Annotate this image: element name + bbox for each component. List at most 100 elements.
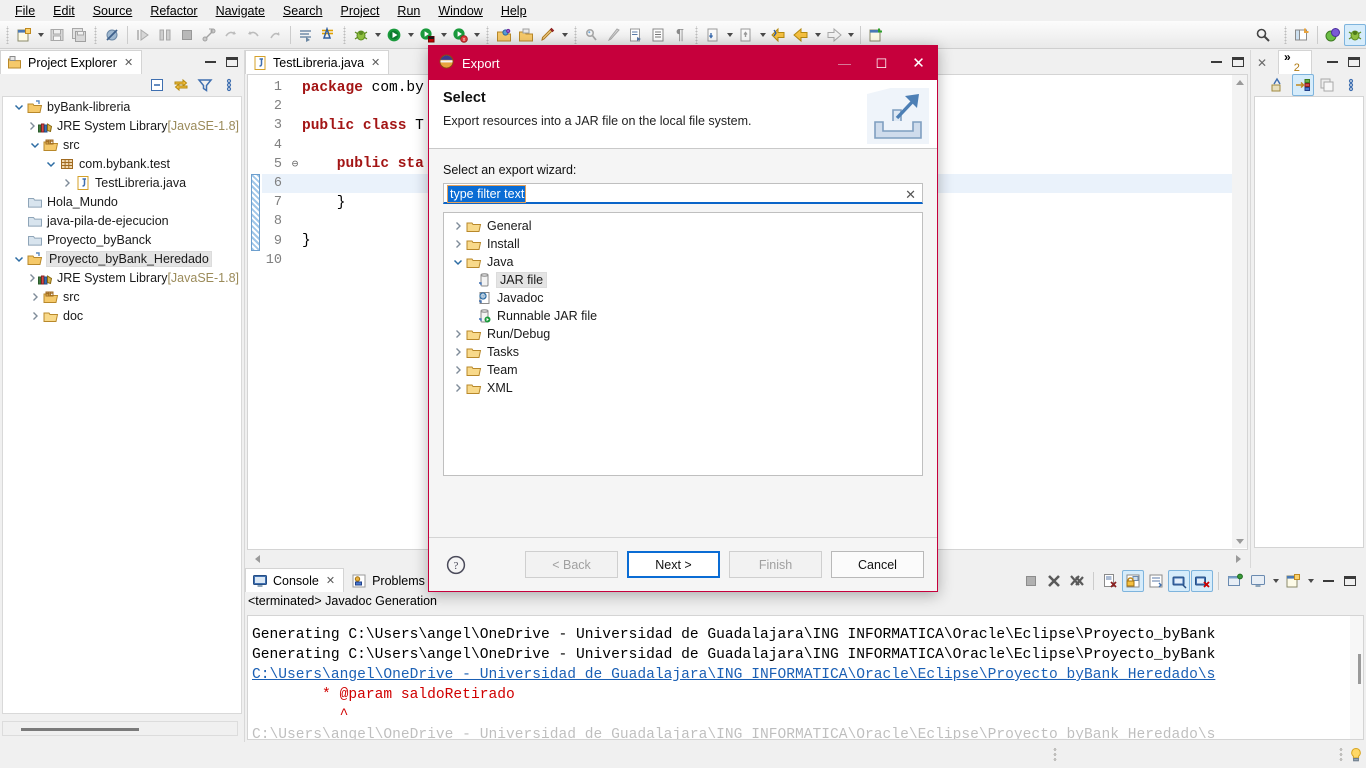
previous-edit-dropdown[interactable] (757, 24, 768, 46)
tree-item-bybank-libreria[interactable]: byBank-libreria (3, 97, 241, 116)
status-grip-2[interactable] (1339, 747, 1343, 763)
scroll-lock-icon[interactable] (1122, 570, 1144, 592)
toolbar-grip-3[interactable] (342, 25, 347, 44)
forward-back-icon[interactable] (790, 24, 812, 46)
maximize-icon[interactable] (1348, 57, 1360, 67)
minimize-icon[interactable] (1211, 61, 1222, 63)
chevron-right-icon[interactable] (27, 311, 43, 321)
wizard-item-team[interactable]: Team (450, 361, 922, 379)
tree-item-jre-system-library-2[interactable]: JRE System Library [JavaSE-1.8] (3, 268, 241, 287)
run-icon[interactable] (383, 24, 405, 46)
fold-marker[interactable]: ⊖ (288, 157, 302, 171)
new-console-view-icon[interactable] (1282, 570, 1304, 592)
scroll-up-arrow[interactable] (1232, 75, 1247, 89)
step-return-icon[interactable] (264, 24, 286, 46)
view-menu-filter-icon[interactable] (194, 74, 216, 96)
console-line-link[interactable]: C:\Users\angel\OneDrive - Universidad de… (248, 665, 1363, 685)
next-edit-location-icon[interactable] (702, 24, 724, 46)
toolbar-grip-6[interactable] (694, 25, 699, 44)
dialog-maximize-button[interactable]: ☐ (863, 46, 900, 80)
sort-icon[interactable] (1268, 74, 1290, 96)
show-whitespace-icon[interactable] (625, 24, 647, 46)
chevron-right-icon[interactable] (450, 329, 466, 339)
tree-item-src-2[interactable]: src (3, 287, 241, 306)
wizard-item-install[interactable]: Install (450, 235, 922, 253)
next-button[interactable]: Next > (627, 551, 720, 578)
external-tools-dropdown[interactable] (471, 24, 482, 46)
scroll-right-arrow[interactable] (1232, 552, 1244, 566)
wizard-item-xml[interactable]: XML (450, 379, 922, 397)
chevron-right-icon[interactable] (450, 365, 466, 375)
show-console-on-output-icon[interactable] (1168, 570, 1190, 592)
new-console-dropdown[interactable] (1305, 570, 1316, 592)
chevron-right-icon[interactable] (27, 121, 37, 131)
menu-edit[interactable]: Edit (44, 2, 84, 20)
open-perspective-right-icon[interactable] (1291, 24, 1313, 46)
tab-outline-overflow[interactable]: ✕ (1252, 50, 1278, 74)
link-with-editor-icon[interactable] (170, 74, 192, 96)
help-icon[interactable]: ? (445, 554, 467, 576)
pilcrow-icon[interactable]: ¶ (669, 24, 691, 46)
tab-console[interactable]: Console ✕ (245, 568, 345, 592)
step-over-icon[interactable] (154, 24, 176, 46)
external-tools-icon[interactable]: x (449, 24, 471, 46)
finish-button[interactable]: Finish (729, 551, 822, 578)
toolbar-grip-2[interactable] (93, 25, 98, 44)
run-dropdown[interactable] (405, 24, 416, 46)
menu-project[interactable]: Project (332, 2, 389, 20)
tree-item-hola-mundo[interactable]: Hola_Mundo (3, 192, 241, 211)
remove-all-terminated-icon[interactable] (1066, 570, 1088, 592)
java-perspective-icon[interactable] (1322, 24, 1344, 46)
toolbar-grip-5[interactable] (573, 25, 578, 44)
new-wizard-icon[interactable] (13, 24, 35, 46)
skip-all-breakpoints-icon[interactable] (101, 24, 123, 46)
chevron-right-icon[interactable] (450, 239, 466, 249)
wizard-item-general[interactable]: General (450, 217, 922, 235)
debug-icon[interactable] (350, 24, 372, 46)
search-input[interactable]: type filter text (446, 185, 527, 203)
save-all-icon[interactable] (68, 24, 90, 46)
tree-item-proyecto-bybanck[interactable]: Proyecto_byBanck (3, 230, 241, 249)
back-button[interactable]: < Back (525, 551, 618, 578)
remove-launch-icon[interactable] (1043, 570, 1065, 592)
next-annotation-icon[interactable] (581, 24, 603, 46)
debug-dropdown[interactable] (372, 24, 383, 46)
chevron-right-icon[interactable] (450, 221, 466, 231)
back-icon[interactable] (768, 24, 790, 46)
terminate-icon[interactable] (176, 24, 198, 46)
run-last-tool-dropdown[interactable] (438, 24, 449, 46)
tree-item-src[interactable]: src (3, 135, 241, 154)
chevron-right-icon[interactable] (450, 347, 466, 357)
hide-static-icon[interactable] (1316, 74, 1338, 96)
wizard-item-tasks[interactable]: Tasks (450, 343, 922, 361)
chevron-down-icon[interactable] (11, 254, 27, 264)
clear-icon[interactable]: ✕ (905, 187, 916, 203)
chevron-down-icon[interactable] (11, 102, 27, 112)
display-selected-console-icon[interactable] (1224, 570, 1246, 592)
tab-testlibreria-java[interactable]: TestLibreria.java ✕ (245, 50, 390, 74)
redo-step-icon[interactable] (242, 24, 264, 46)
open-console-dropdown[interactable] (1270, 570, 1281, 592)
previous-edit-location-icon[interactable] (735, 24, 757, 46)
status-grip[interactable] (1053, 747, 1057, 763)
wizard-item-run-debug[interactable]: Run/Debug (450, 325, 922, 343)
tab-overflow-chevron[interactable]: » 2 (1278, 50, 1312, 74)
next-edit-dropdown[interactable] (724, 24, 735, 46)
terminate-icon[interactable] (1020, 570, 1042, 592)
scroll-down-arrow[interactable] (1232, 534, 1247, 548)
open-type-icon[interactable] (295, 24, 317, 46)
outline-content[interactable] (1254, 96, 1364, 548)
tab-project-explorer[interactable]: Project Explorer ✕ (0, 50, 143, 74)
build-icon[interactable] (198, 24, 220, 46)
chevron-down-icon[interactable] (27, 140, 43, 150)
search-toolbar-icon[interactable] (1252, 24, 1274, 46)
scrollbar-thumb[interactable] (21, 728, 139, 731)
minimize-icon[interactable] (1327, 61, 1338, 63)
console-output[interactable]: Generating C:\Users\angel\OneDrive - Uni… (247, 615, 1364, 740)
chevron-right-icon[interactable] (450, 383, 466, 393)
new-java-project-icon[interactable] (865, 24, 887, 46)
tip-of-the-day-icon[interactable] (1348, 747, 1364, 766)
close-icon[interactable]: ✕ (326, 574, 335, 587)
maximize-icon[interactable] (226, 57, 238, 67)
tree-item-package[interactable]: com.bybank.test (3, 154, 241, 173)
